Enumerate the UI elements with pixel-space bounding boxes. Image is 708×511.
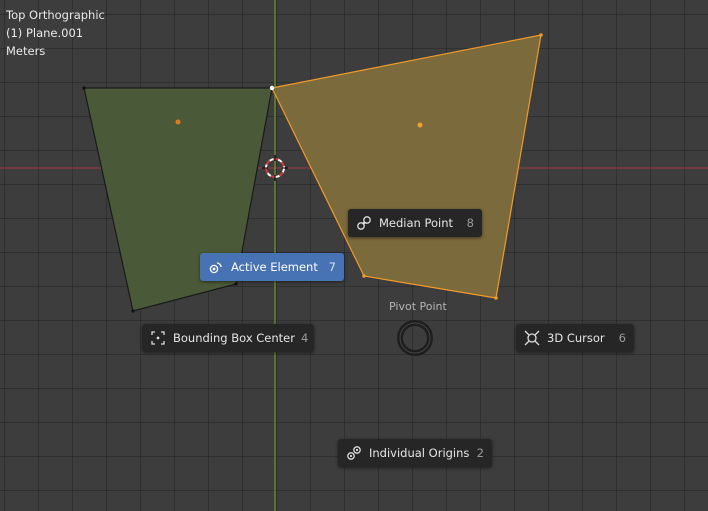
active-vertex <box>269 85 275 91</box>
viewport-scene[interactable] <box>0 0 708 511</box>
left-plane-vertex <box>131 309 135 313</box>
bounding-box-center-label: Bounding Box Center <box>173 331 295 345</box>
3d-cursor-label: 3D Cursor <box>547 331 605 345</box>
bounding-box-center-icon <box>151 331 165 345</box>
left-plane-vertex <box>234 282 238 286</box>
left-plane-vertex <box>82 86 86 90</box>
right-plane-vertex <box>494 296 498 300</box>
median-point-icon <box>357 216 371 230</box>
3d-cursor-icon <box>524 330 540 346</box>
view-name-label: Top Orthographic <box>6 8 105 22</box>
right-plane-origin <box>417 122 423 128</box>
units-label: Meters <box>6 44 46 58</box>
viewport-info-overlay: Top Orthographic (1) Plane.001 Meters <box>6 6 105 60</box>
active-element-shortcut: 7 <box>328 260 336 274</box>
active-element-button[interactable]: Active Element 7 <box>200 253 344 281</box>
median-point-label: Median Point <box>379 216 454 230</box>
bounding-box-center-button[interactable]: Bounding Box Center 4 <box>142 324 314 352</box>
individual-origins-button[interactable]: Individual Origins 2 <box>338 439 492 467</box>
bounding-box-center-shortcut: 4 <box>300 331 309 345</box>
3d-cursor-shortcut: 6 <box>618 331 626 345</box>
active-element-icon <box>209 262 222 274</box>
active-element-label: Active Element <box>231 260 318 274</box>
left-plane-origin <box>175 119 181 125</box>
median-point-button[interactable]: Median Point 8 <box>348 209 482 237</box>
individual-origins-icon <box>347 446 361 460</box>
pie-menu-title: Pivot Point <box>389 300 447 313</box>
median-point-shortcut: 8 <box>466 216 474 230</box>
pie-menu-center-ring <box>397 320 433 356</box>
active-object-label: (1) Plane.001 <box>6 26 84 40</box>
individual-origins-label: Individual Origins <box>369 446 470 460</box>
right-plane-vertex <box>362 274 366 278</box>
individual-origins-shortcut: 2 <box>476 446 484 460</box>
3d-cursor-button[interactable]: 3D Cursor 6 <box>516 324 634 352</box>
right-plane-vertex <box>539 33 543 37</box>
